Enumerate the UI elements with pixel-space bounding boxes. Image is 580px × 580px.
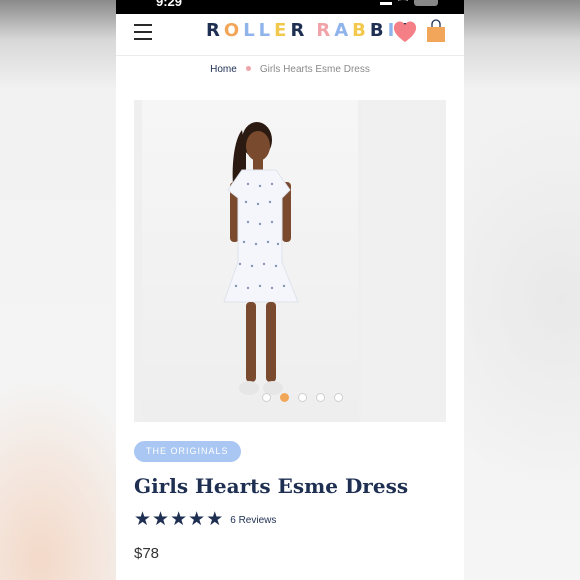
logo-letter: R bbox=[206, 20, 224, 41]
breadcrumb-current: Girls Hearts Esme Dress bbox=[259, 64, 370, 75]
product-rating[interactable]: ★★★★★ 6 Reviews bbox=[134, 509, 276, 531]
wifi-icon bbox=[398, 0, 408, 5]
logo-letter: R bbox=[316, 20, 335, 41]
logo-letter: L bbox=[258, 20, 275, 41]
battery-icon bbox=[414, 0, 438, 6]
star-icon: ★ bbox=[152, 509, 170, 530]
status-time: 9:29 bbox=[156, 0, 183, 9]
gallery-dot[interactable] bbox=[334, 393, 343, 402]
logo-letter: E bbox=[274, 20, 291, 41]
status-bar: 9:29 bbox=[116, 0, 464, 14]
gallery-pagination-dots bbox=[262, 393, 343, 402]
logo-letter: A bbox=[334, 20, 353, 41]
breadcrumb-separator-dot bbox=[245, 66, 251, 71]
product-image-main[interactable] bbox=[142, 100, 358, 422]
collection-badge[interactable]: THE ORIGINALS bbox=[134, 441, 241, 462]
product-image-next-peek[interactable] bbox=[362, 100, 446, 422]
status-icons bbox=[380, 0, 438, 6]
rating-stars: ★★★★★ bbox=[134, 509, 224, 531]
menu-icon[interactable] bbox=[134, 24, 152, 40]
product-image-gallery[interactable] bbox=[134, 100, 446, 422]
star-icon: ★ bbox=[170, 509, 188, 530]
logo-letter: L bbox=[243, 20, 259, 41]
roller-rabbit-logo[interactable]: ROLLER RABBIT bbox=[206, 20, 415, 41]
site-header: ROLLER RABBIT bbox=[116, 14, 464, 56]
wishlist-heart-icon[interactable] bbox=[392, 20, 418, 44]
logo-letter: R bbox=[290, 20, 309, 41]
breadcrumb: Home Girls Hearts Esme Dress bbox=[116, 64, 464, 75]
girl-in-dress-photo bbox=[223, 122, 299, 395]
star-icon: ★ bbox=[206, 509, 224, 530]
breadcrumb-home-link[interactable]: Home bbox=[210, 64, 237, 75]
signal-icon bbox=[380, 0, 392, 5]
phone-screen: 9:29 ROLLER RABBIT Home Girls Hearts Esme… bbox=[116, 0, 464, 580]
star-icon: ★ bbox=[134, 509, 152, 530]
gallery-dot[interactable] bbox=[262, 393, 271, 402]
logo-letter: B bbox=[369, 20, 388, 41]
gallery-dot[interactable] bbox=[298, 393, 307, 402]
gallery-dot[interactable] bbox=[280, 393, 289, 402]
product-price: $78 bbox=[134, 545, 160, 562]
logo-letter: O bbox=[223, 20, 244, 41]
reviews-link[interactable]: 6 Reviews bbox=[230, 515, 276, 526]
logo-letter: B bbox=[352, 20, 370, 41]
product-title: Girls Hearts Esme Dress bbox=[134, 474, 409, 498]
star-icon: ★ bbox=[188, 509, 206, 530]
gallery-dot[interactable] bbox=[316, 393, 325, 402]
shopping-bag-icon[interactable] bbox=[426, 19, 446, 43]
